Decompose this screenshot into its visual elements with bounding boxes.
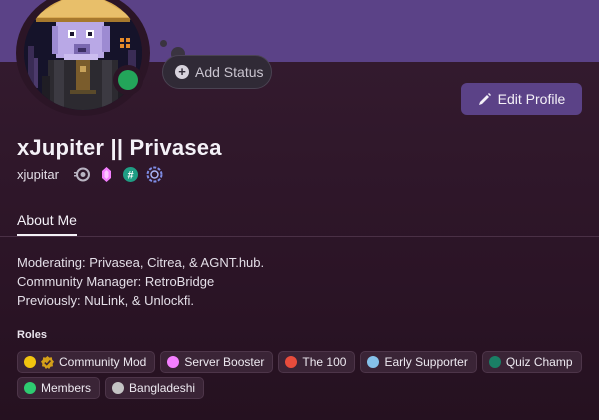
pencil-icon <box>478 93 491 105</box>
boost-gem-badge-icon[interactable] <box>98 166 115 183</box>
role-color-dot <box>167 356 180 368</box>
role-pill-early-supporter[interactable]: Early Supporter <box>360 351 477 373</box>
roles-row: Members Bangladeshi <box>17 377 587 399</box>
role-label: Members <box>41 381 92 395</box>
svg-text:#: # <box>127 170 133 182</box>
verified-check-icon <box>41 355 54 369</box>
roles-heading: Roles <box>17 329 47 341</box>
role-pill-quiz-champ[interactable]: Quiz Champ <box>481 351 582 373</box>
role-label: Early Supporter <box>384 355 468 369</box>
role-label: Quiz Champ <box>505 355 573 369</box>
role-color-dot <box>367 356 380 368</box>
plus-circle-icon: + <box>175 65 189 79</box>
role-label: Server Booster <box>184 355 265 369</box>
role-pill-server-booster[interactable]: Server Booster <box>160 351 274 373</box>
quest-badge-icon[interactable] <box>146 166 163 183</box>
nitro-orbit-badge-icon[interactable] <box>74 166 91 183</box>
edit-profile-button[interactable]: Edit Profile <box>461 83 582 115</box>
add-status-button[interactable]: + Add Status <box>162 55 272 89</box>
role-color-dot <box>24 356 36 368</box>
roles-list: Community Mod Server Booster The 100 Ear… <box>17 351 587 403</box>
online-status-indicator <box>113 65 143 95</box>
profile-badges: # <box>74 166 163 183</box>
role-color-dot <box>285 356 298 368</box>
about-line: Community Manager: RetroBridge <box>17 274 215 289</box>
status-bubble-tail <box>160 40 167 47</box>
about-line: Previously: NuLink, & Unlockfi. <box>17 293 195 308</box>
edit-profile-label: Edit Profile <box>497 91 566 107</box>
role-color-dot <box>24 382 36 394</box>
about-line: Moderating: Privasea, Citrea, & AGNT.hub… <box>17 255 265 270</box>
about-me-text: Moderating: Privasea, Citrea, & AGNT.hub… <box>17 253 264 310</box>
avatar[interactable] <box>10 0 160 120</box>
role-label: Community Mod <box>59 355 147 369</box>
role-color-dot <box>488 356 501 368</box>
role-label: Bangladeshi <box>129 381 196 395</box>
add-status-label: Add Status <box>195 64 264 80</box>
role-label: The 100 <box>302 355 347 369</box>
role-pill-the-100[interactable]: The 100 <box>278 351 356 373</box>
roles-row: Community Mod Server Booster The 100 Ear… <box>17 351 587 373</box>
tab-divider <box>0 236 599 237</box>
display-name: xJupiter || Privasea <box>17 135 222 160</box>
tab-about-me[interactable]: About Me <box>17 212 77 236</box>
role-pill-community-mod[interactable]: Community Mod <box>17 351 156 373</box>
username[interactable]: xjupitar <box>17 167 59 182</box>
hashtag-badge-icon[interactable]: # <box>122 166 139 183</box>
role-pill-bangladeshi[interactable]: Bangladeshi <box>105 377 205 399</box>
role-color-dot <box>112 382 125 394</box>
role-pill-members[interactable]: Members <box>17 377 101 399</box>
